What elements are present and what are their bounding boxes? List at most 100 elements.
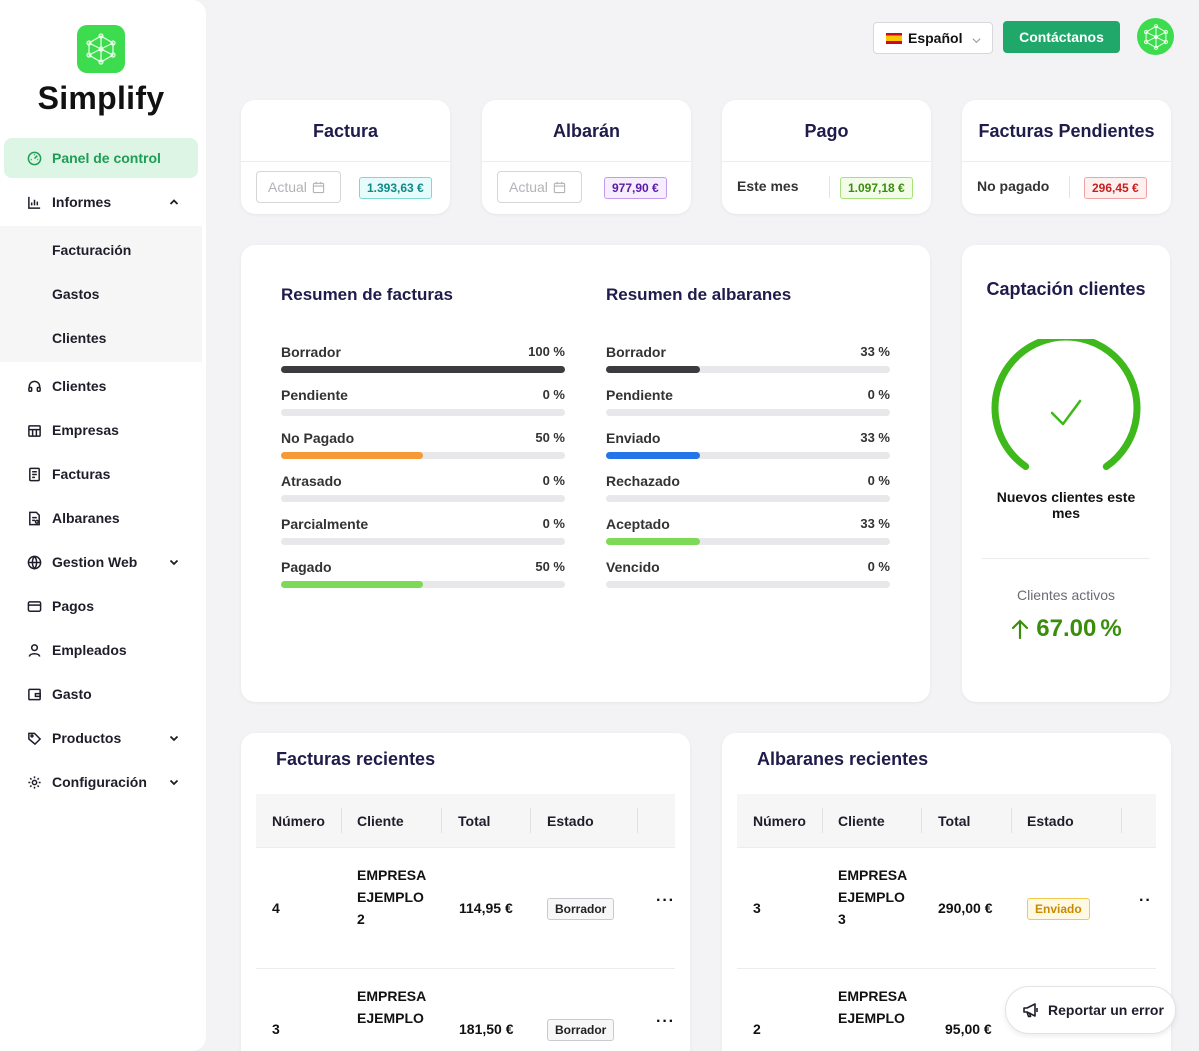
column-header[interactable]: Número [272, 813, 325, 829]
progress-fill [606, 366, 700, 373]
card-title: Factura [312, 121, 379, 141]
progress-label: Parcialmente [281, 516, 369, 532]
megaphone-icon [1023, 1003, 1038, 1018]
calendar-icon [553, 181, 566, 193]
status-badge: Enviado [1027, 898, 1090, 920]
language-select[interactable]: Español [873, 22, 993, 54]
arrow-up-icon [1012, 619, 1029, 640]
globe-icon [26, 554, 42, 570]
headset-icon [26, 378, 42, 394]
column-header[interactable]: Cliente [357, 813, 404, 829]
sidebar-item-clientes[interactable]: Clientes [4, 366, 198, 406]
sidebar-item-gestion-web[interactable]: Gestion Web [4, 542, 198, 582]
sidebar-item-pagos[interactable]: Pagos [4, 586, 198, 626]
progress-row: Parcialmente 0 % [281, 516, 565, 556]
active-clients-label: Clientes activos [1016, 587, 1116, 603]
sidebar-item-informes[interactable]: Informes [4, 182, 198, 222]
progress-bar [281, 581, 565, 588]
sidebar-item-facturas[interactable]: Facturas [4, 454, 198, 494]
network-logo-icon[interactable] [77, 25, 125, 73]
sidebar-item-label: Productos [52, 730, 122, 746]
column-header[interactable]: Total [938, 813, 970, 829]
more-options-icon[interactable]: ··· [656, 892, 675, 910]
column-header[interactable]: Número [753, 813, 806, 829]
table-row[interactable]: 4 EMPRESA EJEMPLO 2 114,95 € Borrador ··… [256, 848, 675, 969]
progress-label: Rechazado [606, 473, 680, 489]
progress-value: 100 % [528, 344, 565, 359]
progress-bar [281, 495, 565, 502]
chevron-down-icon[interactable] [168, 731, 180, 743]
spain-flag-icon [886, 32, 902, 44]
amount-badge: 1.393,63 € [359, 177, 432, 199]
column-header[interactable]: Cliente [838, 813, 885, 829]
progress-row: Borrador 100 % [281, 344, 565, 384]
period-picker[interactable]: Actual [497, 171, 582, 203]
sidebar-item-gasto[interactable]: Gasto [4, 674, 198, 714]
sidebar-subitem-gastos[interactable]: Gastos [52, 286, 99, 302]
gauge [988, 333, 1144, 479]
progress-label: Aceptado [606, 516, 670, 532]
progress-fill [606, 452, 700, 459]
sidebar-subitem-facturacion[interactable]: Facturación [52, 242, 131, 258]
more-options-icon[interactable]: ·· [1139, 892, 1152, 910]
section-title: Resumen de albaranes [606, 285, 792, 304]
column-header[interactable]: Estado [1027, 813, 1074, 829]
progress-label: Borrador [606, 344, 666, 360]
progress-value: 0 % [867, 559, 890, 574]
sidebar-item-productos[interactable]: Productos [4, 718, 198, 758]
pago-card: Pago Este mes 1.097,18 € [722, 100, 931, 214]
progress-bar [281, 366, 565, 373]
sidebar-item-empleados[interactable]: Empleados [4, 630, 198, 670]
progress-row: Pendiente 0 % [281, 387, 565, 427]
progress-row: Enviado 33 % [606, 430, 890, 470]
sidebar-item-configuracion[interactable]: Configuración [4, 762, 198, 802]
progress-label: Borrador [281, 344, 341, 360]
progress-label: Pendiente [606, 387, 673, 403]
progress-value: 0 % [867, 387, 890, 402]
sidebar-item-label: Empresas [52, 422, 119, 438]
avatar[interactable] [1137, 18, 1174, 55]
card-title: Captación clientes [986, 279, 1146, 299]
sidebar-item-label: Panel de control [52, 150, 161, 166]
column-header[interactable]: Estado [547, 813, 594, 829]
progress-row: Aceptado 33 % [606, 516, 890, 556]
cell-cliente: EMPRESA EJEMPLO [357, 988, 426, 1026]
active-clients-value: 67.00 % [962, 615, 1170, 643]
progress-label: Atrasado [281, 473, 342, 489]
contact-button[interactable]: Contáctanos [1003, 21, 1120, 53]
chevron-down-icon[interactable] [168, 775, 180, 787]
progress-label: Vencido [606, 559, 660, 575]
cell-cliente: EMPRESA EJEMPLO 2 [357, 867, 426, 927]
picker-placeholder: Actual [509, 179, 548, 195]
sidebar-item-label: Gestion Web [52, 554, 138, 570]
sidebar-item-empresas[interactable]: Empresas [4, 410, 198, 450]
progress-row: Borrador 33 % [606, 344, 890, 384]
report-error-button[interactable]: Reportar un error [1005, 986, 1176, 1034]
sidebar-subitem-clientes[interactable]: Clientes [52, 330, 106, 346]
progress-fill [606, 538, 700, 545]
sidebar-item-albaranes[interactable]: Albaranes [4, 498, 198, 538]
facturas-pendientes-card: Facturas Pendientes No pagado 296,45 € [962, 100, 1171, 214]
chevron-up-icon[interactable] [168, 195, 180, 207]
table-row[interactable]: 3 EMPRESA EJEMPLO 3 290,00 € Enviado ·· [737, 848, 1156, 969]
gauge-caption: Nuevos clientes este mes [996, 489, 1136, 521]
factura-card: Factura Actual 1.393,63 € [241, 100, 450, 214]
cell-cliente: EMPRESA EJEMPLO 3 [838, 867, 907, 927]
card-title: Facturas Pendientes [978, 121, 1155, 141]
progress-bar [281, 409, 565, 416]
progress-fill [281, 581, 423, 588]
cell-total: 290,00 € [938, 900, 993, 916]
progress-fill [281, 366, 565, 373]
column-header[interactable]: Total [458, 813, 490, 829]
progress-fill [281, 452, 423, 459]
progress-value: 33 % [860, 344, 890, 359]
more-options-icon[interactable]: ··· [656, 1013, 675, 1031]
status-badge: Borrador [547, 1019, 615, 1041]
period-picker[interactable]: Actual [256, 171, 341, 203]
chevron-down-icon[interactable] [168, 555, 180, 567]
table-row[interactable]: 3 EMPRESA EJEMPLO 181,50 € Borrador ··· [256, 969, 675, 1051]
progress-label: Pendiente [281, 387, 348, 403]
facturas-recientes-card: Facturas recientes Número Cliente Total … [241, 733, 690, 1051]
sidebar-item-panel-de-control[interactable]: Panel de control [4, 138, 198, 178]
sidebar-item-label: Empleados [52, 642, 127, 658]
